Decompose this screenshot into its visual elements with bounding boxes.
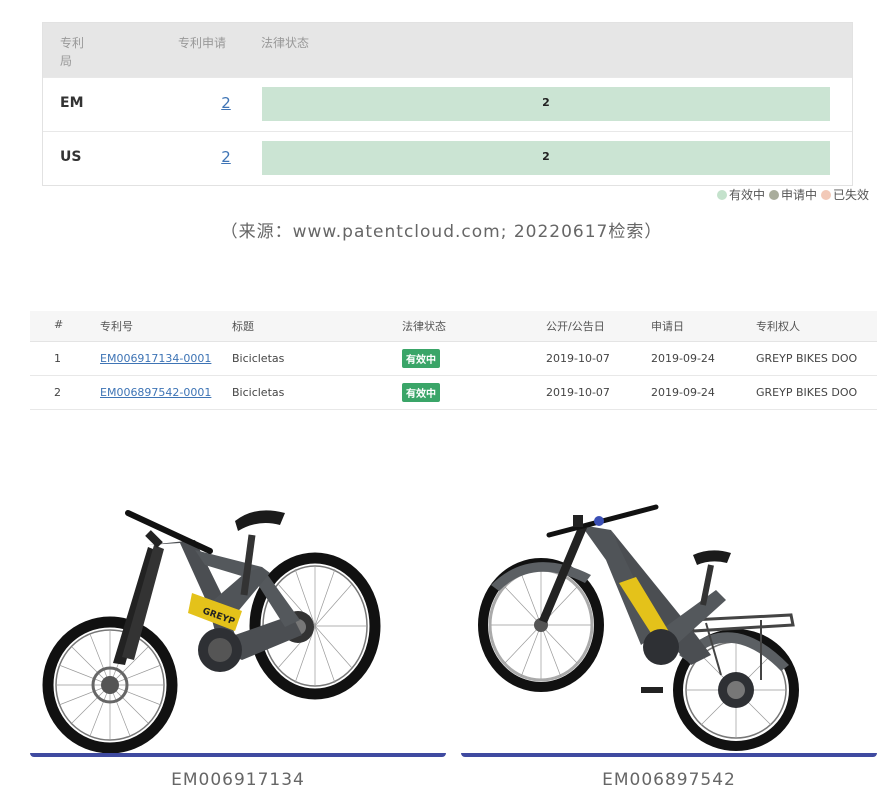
assignee: GREYP BIKES DOO xyxy=(756,386,858,399)
table-row: 2 EM006897542-0001 Bicicletas 有效中 2019-1… xyxy=(30,376,877,410)
application-count-link[interactable]: 2 xyxy=(216,148,236,166)
patent-number-link[interactable]: EM006917134-0001 xyxy=(100,352,211,365)
header-office: 专利局 xyxy=(60,36,85,68)
design-image-card[interactable] xyxy=(461,455,877,757)
header-applications: 专利申请 xyxy=(178,36,227,50)
office-code: US xyxy=(60,149,82,165)
legend-dot-icon xyxy=(820,189,831,200)
status-bar-value: 2 xyxy=(542,96,550,109)
col-header-index: # xyxy=(54,318,64,331)
col-header-pub-date: 公开/公告日 xyxy=(546,320,605,333)
legend-label: 已失效 xyxy=(832,188,869,202)
patent-title: Bicicletas xyxy=(232,352,285,365)
status-badge: 有效中 xyxy=(402,383,440,402)
status-bar-active: 2 xyxy=(262,141,830,175)
app-date: 2019-09-24 xyxy=(651,352,715,365)
legend-item-expired: 已失效 xyxy=(820,186,869,203)
application-count-link[interactable]: 2 xyxy=(216,94,236,112)
col-header-status: 法律状态 xyxy=(402,320,446,333)
summary-row: US 2 2 xyxy=(43,131,852,185)
pub-date: 2019-10-07 xyxy=(546,352,610,365)
summary-table: 专利局 专利申请 法律状态 EM 2 2 US 2 2 xyxy=(42,22,853,186)
legend-item-pending: 申请中 xyxy=(768,186,817,203)
pub-date: 2019-10-07 xyxy=(546,386,610,399)
summary-header: 专利局 专利申请 法律状态 xyxy=(43,23,852,77)
summary-row: EM 2 2 xyxy=(43,77,852,131)
card-underline xyxy=(461,753,877,757)
col-header-number: 专利号 xyxy=(100,320,133,333)
status-bar-value: 2 xyxy=(542,150,550,163)
legend-dot-icon xyxy=(716,189,727,200)
legend-item-active: 有效中 xyxy=(716,186,765,203)
legend-label: 申请中 xyxy=(780,188,817,202)
patent-detail-table: # 专利号 标题 法律状态 公开/公告日 申请日 专利权人 1 EM006917… xyxy=(30,311,877,410)
source-note: （来源：www.patentcloud.com; 20220617检索） xyxy=(220,222,663,242)
app-date: 2019-09-24 xyxy=(651,386,715,399)
ebike-image: GREYP xyxy=(42,510,381,754)
image-caption: EM006897542 xyxy=(602,770,736,790)
status-bar-active: 2 xyxy=(262,87,830,121)
card-underline xyxy=(30,753,446,757)
row-index: 1 xyxy=(54,352,61,365)
design-image-card[interactable]: GREYP xyxy=(30,455,446,757)
status-legend: 有效中 申请中 已失效 xyxy=(716,186,869,203)
col-header-assignee: 专利权人 xyxy=(756,320,800,333)
row-index: 2 xyxy=(54,386,61,399)
col-header-title: 标题 xyxy=(232,320,254,333)
patent-number-link[interactable]: EM006897542-0001 xyxy=(100,386,211,399)
status-badge: 有效中 xyxy=(402,349,440,368)
ebike-image xyxy=(478,504,799,751)
detail-header: # 专利号 标题 法律状态 公开/公告日 申请日 专利权人 xyxy=(30,311,877,342)
patent-title: Bicicletas xyxy=(232,386,285,399)
header-legal-status: 法律状态 xyxy=(261,36,310,50)
image-caption: EM006917134 xyxy=(171,770,305,790)
legend-label: 有效中 xyxy=(728,188,765,202)
col-header-app-date: 申请日 xyxy=(651,320,684,333)
table-row: 1 EM006917134-0001 Bicicletas 有效中 2019-1… xyxy=(30,342,877,376)
legend-dot-icon xyxy=(768,189,779,200)
assignee: GREYP BIKES DOO xyxy=(756,352,858,365)
office-code: EM xyxy=(60,95,84,111)
